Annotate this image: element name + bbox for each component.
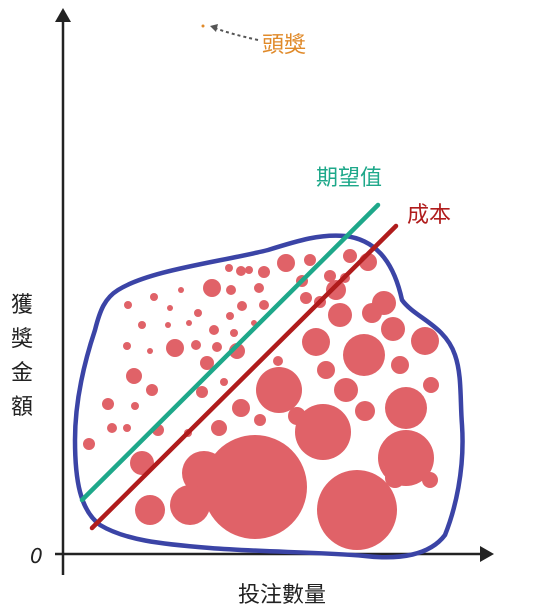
cost-label: 成本 [407, 203, 451, 228]
y-axis-label-char-1: 獲 [11, 293, 33, 318]
x-axis-arrowhead [480, 546, 494, 562]
outcome-dot [131, 402, 139, 410]
jackpot-arrow [211, 26, 259, 41]
outcome-dot [385, 387, 427, 429]
outcome-dot [123, 342, 131, 350]
outcome-dot [170, 485, 210, 525]
outcome-dot [258, 266, 270, 278]
outcome-dot [186, 320, 192, 326]
outcome-dot [166, 339, 184, 357]
outcome-dot [317, 361, 335, 379]
outcome-dot [124, 301, 132, 309]
x-axis-label: 投注數量 [238, 583, 326, 608]
y-axis-label-char-3: 金 [11, 361, 33, 386]
outcome-dot [411, 327, 439, 355]
outcome-dot [324, 270, 336, 282]
outcome-dot [138, 321, 146, 329]
outcome-dot [83, 438, 95, 450]
outcome-dot [423, 377, 439, 393]
outcome-dot [362, 303, 382, 323]
outcome-dot [212, 342, 222, 352]
outcome-dot [300, 292, 312, 304]
outcome-dot [391, 356, 409, 374]
outcome-dot [209, 325, 219, 335]
outcome-dot [302, 328, 330, 356]
outcome-dot [126, 368, 142, 384]
outcome-dot [304, 254, 316, 266]
lottery-diagram: 頭獎 期望值 成本 獲 獎 金 額 投注數量 0 [11, 8, 494, 608]
y-axis-arrowhead [55, 8, 71, 22]
outcome-dot [135, 495, 165, 525]
outcome-dot [107, 423, 117, 433]
outcome-dot [254, 414, 266, 426]
outcome-dot [165, 322, 171, 328]
y-axis-label-char-4: 額 [11, 395, 33, 420]
outcome-dot [343, 249, 357, 263]
outcome-dot [259, 300, 269, 310]
outcome-dot [123, 424, 131, 432]
outcome-dot [245, 266, 253, 274]
outcome-dot [355, 401, 375, 421]
jackpot-arrowhead [210, 24, 218, 32]
expected-value-label: 期望值 [316, 166, 382, 191]
outcome-dots [83, 249, 439, 550]
outcome-dot [237, 301, 247, 311]
y-axis-label-char-2: 獎 [11, 327, 33, 352]
outcome-dot [288, 407, 306, 425]
outcome-dot [254, 283, 264, 293]
origin-label: 0 [30, 544, 43, 568]
outcome-dot [225, 264, 233, 272]
outcome-dot [328, 303, 352, 327]
outcome-dot [147, 348, 153, 354]
outcome-dot [191, 340, 201, 350]
outcome-dot [236, 266, 246, 276]
outcome-dot [422, 472, 438, 488]
outcome-dot [381, 317, 405, 341]
outcome-dot [232, 399, 250, 417]
outcome-dot [178, 287, 184, 293]
outcome-dot [343, 334, 385, 376]
outcome-dot [194, 309, 202, 317]
outcome-dot [385, 468, 405, 488]
outcome-dot [220, 378, 228, 386]
outcome-dot [150, 293, 158, 301]
outcome-dot [203, 279, 221, 297]
outcome-dot [167, 305, 173, 311]
jackpot-dot [201, 24, 205, 28]
outcome-dot [273, 356, 283, 366]
outcome-dot [277, 254, 295, 272]
outcome-dot [230, 329, 238, 337]
outcome-dot [102, 398, 114, 410]
outcome-dot [256, 367, 302, 413]
outcome-dot [334, 378, 358, 402]
outcome-dot [146, 384, 158, 396]
outcome-dot [317, 470, 397, 550]
jackpot-label: 頭獎 [262, 33, 306, 58]
outcome-dot [226, 312, 234, 320]
outcome-dot [211, 420, 227, 436]
outcome-dot [196, 386, 208, 398]
outcome-dot [226, 285, 236, 295]
